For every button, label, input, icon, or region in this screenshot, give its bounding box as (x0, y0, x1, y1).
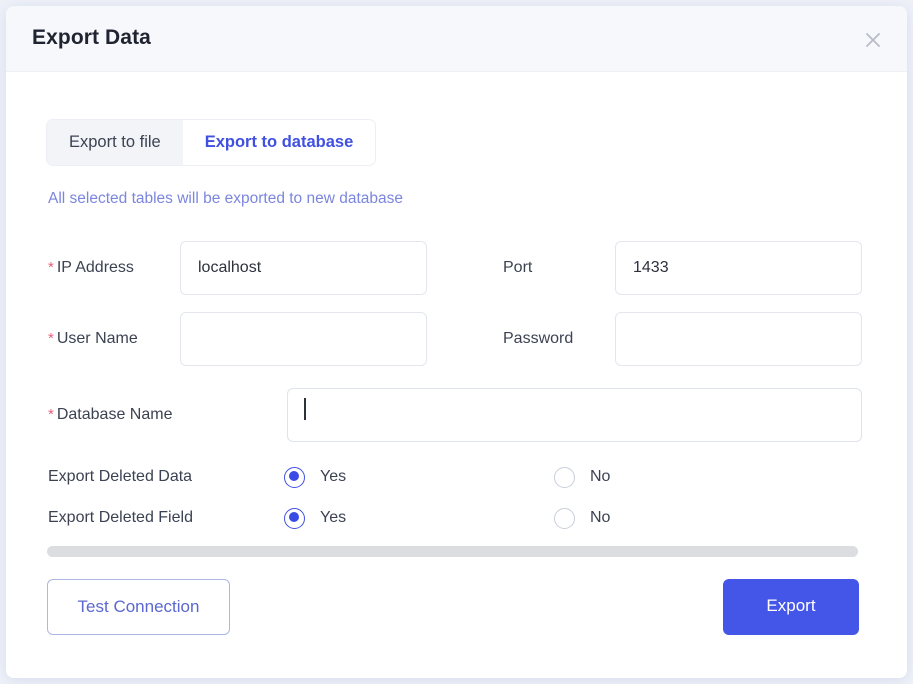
export-mode-tabs: Export to file Export to database (47, 120, 376, 165)
horizontal-scrollbar[interactable] (47, 546, 858, 557)
row-database-name: * Database Name (6, 388, 907, 442)
database-name-label: * Database Name (48, 400, 172, 430)
export-deleted-field-yes-label: Yes (320, 509, 347, 526)
row-ip-port: *IP Address Port (6, 241, 907, 295)
close-icon[interactable] (859, 26, 887, 54)
tab-export-to-file[interactable]: Export to file (47, 120, 183, 165)
port-label: Port (503, 259, 533, 276)
password-input[interactable] (615, 312, 862, 366)
export-button[interactable]: Export (723, 579, 859, 635)
required-marker: * (48, 406, 54, 423)
password-label: Password (503, 330, 574, 347)
row-user-password: * User Name Password (6, 312, 907, 366)
row-export-deleted-field: Export Deleted Field Yes No (6, 505, 907, 531)
export-deleted-field-no[interactable]: No (554, 505, 610, 531)
tab-export-to-database[interactable]: Export to database (182, 120, 376, 165)
port-input[interactable] (615, 241, 862, 295)
text-cursor (304, 398, 306, 420)
row-export-deleted-data: Export Deleted Data Yes No (6, 464, 907, 490)
dialog-header: Export Data (6, 6, 907, 72)
export-deleted-data-no-label: No (590, 468, 611, 485)
user-name-input[interactable] (180, 312, 427, 366)
export-deleted-field-no-label: No (590, 509, 611, 526)
user-name-label: * User Name (48, 324, 138, 354)
export-deleted-data-no[interactable]: No (554, 464, 610, 490)
radio-unselected-icon (554, 466, 575, 488)
user-name-label-text: User Name (56, 330, 138, 347)
export-deleted-data-label: Export Deleted Data (48, 468, 193, 485)
test-connection-button[interactable]: Test Connection (47, 579, 230, 635)
export-deleted-field-yes[interactable]: Yes (284, 505, 346, 531)
database-name-label-text: Database Name (56, 406, 173, 423)
ip-address-label-text: IP Address (56, 259, 134, 276)
radio-unselected-icon (554, 507, 575, 529)
ip-address-label: * IP Address (48, 253, 134, 283)
required-marker: * (48, 259, 54, 276)
radio-selected-icon (284, 466, 305, 488)
radio-selected-icon (284, 507, 305, 529)
dialog-body: Export to file Export to database All se… (6, 73, 907, 678)
export-deleted-field-label: Export Deleted Field (48, 509, 193, 526)
export-data-dialog: Export Data Export to file Export to dat… (6, 6, 907, 678)
description-text: All selected tables will be exported to … (48, 190, 403, 207)
export-deleted-data-yes[interactable]: Yes (284, 464, 346, 490)
database-name-input[interactable] (287, 388, 862, 442)
required-marker: * (48, 330, 54, 347)
ip-address-input[interactable] (180, 241, 427, 295)
page-title: Export Data (32, 26, 151, 49)
export-deleted-data-yes-label: Yes (320, 468, 347, 485)
